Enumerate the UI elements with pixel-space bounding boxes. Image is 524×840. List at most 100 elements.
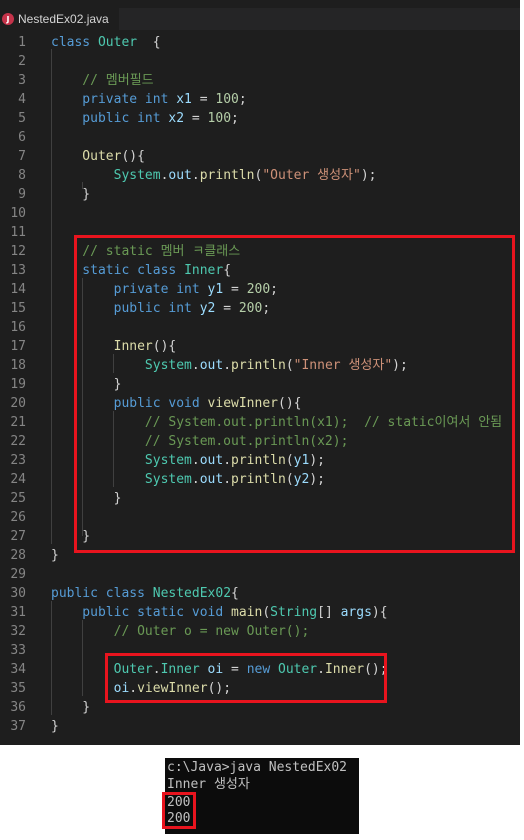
code-line-5[interactable]: 5 public int x2 = 100; [0,109,520,128]
code-token: ) [371,605,380,620]
line-number: 30 [10,586,26,601]
code-text[interactable]: } [51,717,59,736]
code-line-37[interactable]: 37} [0,717,520,736]
line-number: 17 [10,339,26,354]
line-number: 13 [10,263,26,278]
code-line-30[interactable]: 30 public class NestedEx02{ [0,584,520,603]
code-token: Outer [51,149,122,164]
code-token: } [51,700,91,715]
line-number: 21 [10,415,26,430]
code-text[interactable]: System.out.println("Outer 생성자"); [51,166,377,185]
line-number: 16 [10,320,26,335]
code-token: 100 [207,111,232,126]
code-token: x2 [168,111,185,126]
code-text[interactable]: } [51,546,59,565]
line-number: 32 [10,624,26,639]
console-line: c:\Java>java NestedEx02 [167,760,348,775]
tab-label: NestedEx02.java [18,12,109,26]
code-token: public static void [51,605,232,620]
indent-guide [82,620,83,696]
line-number: 34 [10,662,26,677]
line-number: 31 [10,605,26,620]
code-token: NestedEx02 [152,586,232,601]
code-line-29[interactable]: 29 [0,565,520,584]
code-token: main [231,605,263,620]
code-line-32[interactable]: 32 // Outer o = new Outer(); [0,622,520,641]
code-token: ( [262,605,271,620]
code-token: ; [238,92,247,107]
code-line-8[interactable]: 8 System.out.println("Outer 생성자"); [0,166,520,185]
code-token: // 멤버필드 [51,73,154,88]
code-token: public int [51,111,169,126]
line-number: 23 [10,453,26,468]
line-number: 33 [10,643,26,658]
code-line-10[interactable]: 10 [0,204,520,223]
line-number: 18 [10,358,26,373]
line-number: 22 [10,434,26,449]
code-token: System [51,168,161,183]
code-token: public class [51,586,153,601]
code-text[interactable]: } [51,698,90,717]
line-number: 28 [10,548,26,563]
code-token: "Outer 생성자" [262,168,361,183]
code-line-1[interactable]: 1 class Outer { [0,33,520,52]
code-token: String [270,605,318,620]
output-highlight [162,792,196,829]
line-number: 27 [10,529,26,544]
line-number: 2 [18,54,26,69]
code-text[interactable]: } [51,185,90,204]
code-text[interactable]: public static void main(String[] args){ [51,603,388,622]
line-number: 4 [18,92,26,107]
code-line-31[interactable]: 31 public static void main(String[] args… [0,603,520,622]
code-token: { [137,35,161,50]
code-token: [] [317,605,341,620]
code-token: } [51,719,59,734]
code-editor[interactable]: J NestedEx02.java 1 class Outer {2 3 // 멤버… [0,0,520,745]
code-token: private int [51,92,177,107]
code-line-2[interactable]: 2 [0,52,520,71]
line-number: 14 [10,282,26,297]
code-token: x1 [176,92,192,107]
code-token: } [51,548,59,563]
code-token: . [191,168,200,183]
code-token: ; [231,111,239,126]
line-number: 5 [18,111,26,126]
line-number: 8 [18,168,26,183]
line-number: 26 [10,510,26,525]
line-number: 15 [10,301,26,316]
code-text[interactable]: public class NestedEx02{ [51,584,239,603]
indent-guide [82,182,83,189]
line-number: 24 [10,472,26,487]
code-token: // Outer o = new Outer(); [51,624,310,639]
code-line-3[interactable]: 3 // 멤버필드 [0,71,520,90]
code-text[interactable]: // 멤버필드 [51,71,154,90]
code-token: } [51,187,91,202]
code-text[interactable]: private int x1 = 100; [51,90,247,109]
code-line-4[interactable]: 4 private int x1 = 100; [0,90,520,109]
code-line-9[interactable]: 9 } [0,185,520,204]
tab-bar: J NestedEx02.java [0,8,520,30]
indent-guide [51,601,52,715]
code-line-6[interactable]: 6 [0,128,520,147]
line-number: 19 [10,377,26,392]
code-token: = [184,111,208,126]
code-text[interactable]: Outer(){ [51,147,145,166]
line-number: 36 [10,700,26,715]
line-number: 20 [10,396,26,411]
code-token: = [191,92,216,107]
tab-nestedex02[interactable]: J NestedEx02.java [0,8,119,30]
line-number: 37 [10,719,26,734]
line-number: 7 [18,149,26,164]
indent-guide [51,49,52,544]
code-token: Outer [97,35,138,50]
code-text[interactable]: // Outer o = new Outer(); [51,622,310,641]
code-text[interactable]: public int x2 = 100; [51,109,239,128]
code-token: ); [360,168,377,183]
code-line-7[interactable]: 7 Outer(){ [0,147,520,166]
line-number: 29 [10,567,26,582]
console-line: Inner 생성자 [167,777,250,792]
code-token: println [199,168,255,183]
code-text[interactable]: class Outer { [51,33,161,52]
code-token: { [379,605,388,620]
code-token: args [340,605,372,620]
